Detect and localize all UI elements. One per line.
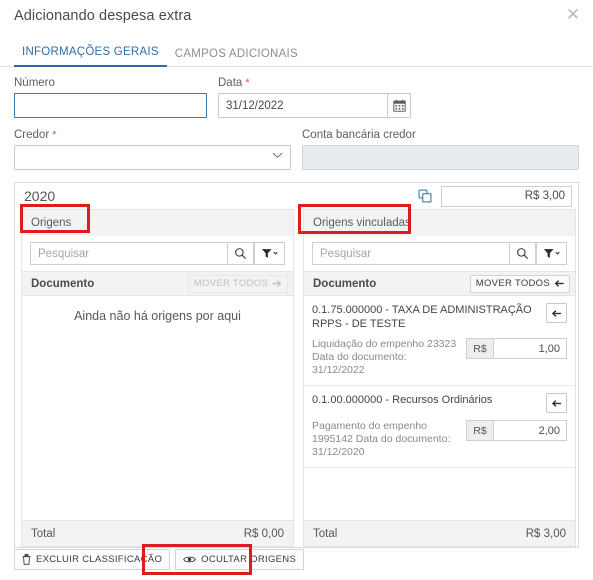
field-numero: Número bbox=[14, 77, 207, 118]
page-title: Adicionando despesa extra bbox=[14, 7, 192, 24]
hide-origins-button[interactable]: OCULTAR ORIGENS bbox=[175, 549, 305, 570]
list-item-amount-input[interactable] bbox=[493, 420, 567, 441]
total-label: Total bbox=[31, 527, 56, 540]
required-marker: * bbox=[242, 77, 250, 89]
panel-title-label: Origens bbox=[31, 217, 72, 229]
tab-campos-adicionais[interactable]: CAMPOS ADICIONAIS bbox=[167, 48, 306, 67]
linked-origins-list-body[interactable]: 0.1.75.000000 - TAXA DE ADMINISTRAÇÃO RP… bbox=[303, 296, 576, 521]
list-item-amount: R$ bbox=[466, 420, 567, 441]
label-data: Data * bbox=[218, 77, 411, 89]
field-data: Data * bbox=[218, 77, 411, 118]
origins-search-bar bbox=[21, 236, 294, 271]
label-conta-bancaria: Conta bancária credor bbox=[302, 129, 579, 141]
list-item[interactable]: 0.1.00.000000 - Recursos Ordinários Paga… bbox=[304, 386, 575, 468]
label-credor: Credor * bbox=[14, 129, 291, 141]
classification-year: 2020 bbox=[24, 188, 56, 204]
arrow-right-icon bbox=[272, 279, 282, 288]
move-all-label: MOVER TODOS bbox=[193, 278, 268, 289]
tab-label: INFORMAÇÕES GERAIS bbox=[22, 46, 159, 58]
list-item-title: 0.1.00.000000 - Recursos Ordinários bbox=[312, 394, 493, 406]
currency-prefix: R$ bbox=[466, 338, 493, 359]
label-text: Credor bbox=[14, 129, 50, 141]
origins-search-input[interactable] bbox=[30, 242, 227, 265]
total-value: R$ 0,00 bbox=[243, 527, 284, 540]
move-all-right-button: MOVER TODOS bbox=[187, 274, 288, 293]
label-text: Conta bancária credor bbox=[302, 129, 416, 141]
panel-title-label: Origens vinculadas bbox=[313, 217, 411, 229]
list-item-amount-input[interactable] bbox=[493, 338, 567, 359]
close-icon[interactable]: ✕ bbox=[564, 6, 582, 24]
list-item-head: 0.1.00.000000 - Recursos Ordinários bbox=[312, 393, 567, 413]
conta-bancaria-input bbox=[302, 145, 579, 170]
credor-select-wrap bbox=[14, 145, 291, 170]
filter-icon[interactable] bbox=[254, 242, 285, 265]
delete-classification-button[interactable]: EXCLUIR CLASSIFICAÇÃO bbox=[14, 549, 171, 570]
linked-origins-total-row: Total R$ 3,00 bbox=[303, 521, 576, 547]
card-toolbar: EXCLUIR CLASSIFICAÇÃO OCULTAR ORIGENS bbox=[14, 549, 305, 570]
move-all-left-button[interactable]: MOVER TODOS bbox=[469, 274, 570, 293]
calendar-icon[interactable] bbox=[387, 93, 411, 118]
search-icon[interactable] bbox=[509, 242, 536, 265]
move-item-left-button[interactable] bbox=[546, 393, 567, 413]
origins-total-row: Total R$ 0,00 bbox=[21, 521, 294, 547]
search-icon[interactable] bbox=[227, 242, 254, 265]
arrow-left-icon bbox=[554, 279, 564, 288]
list-item-description: Pagamento do empenho 1995142 Data do doc… bbox=[312, 420, 451, 458]
list-item-foot: Pagamento do empenho 1995142 Data do doc… bbox=[312, 420, 567, 459]
list-item-amount: R$ bbox=[466, 338, 567, 359]
linked-origins-search-input[interactable] bbox=[312, 242, 509, 265]
field-credor: Credor * bbox=[14, 129, 291, 170]
linked-origins-list-header: Documento MOVER TODOS bbox=[303, 271, 576, 296]
currency-prefix: R$ bbox=[466, 420, 493, 441]
tab-informacoes-gerais[interactable]: INFORMAÇÕES GERAIS bbox=[14, 46, 167, 67]
classification-header: 2020 bbox=[15, 183, 578, 209]
list-item-foot: Liquidação do empenho 23323 Data do docu… bbox=[312, 338, 567, 377]
move-item-left-button[interactable] bbox=[546, 303, 567, 323]
copy-icon[interactable] bbox=[416, 187, 434, 205]
credor-select[interactable] bbox=[14, 145, 291, 170]
origins-panel: Origens Documento bbox=[21, 209, 294, 547]
list-item-title: 0.1.75.000000 - TAXA DE ADMINISTRAÇÃO RP… bbox=[312, 304, 532, 330]
data-input-group bbox=[218, 93, 411, 118]
list-item-head: 0.1.75.000000 - TAXA DE ADMINISTRAÇÃO RP… bbox=[312, 303, 567, 331]
total-label: Total bbox=[313, 527, 338, 540]
tab-label: CAMPOS ADICIONAIS bbox=[174, 48, 298, 60]
field-conta-bancaria: Conta bancária credor bbox=[302, 129, 579, 170]
list-item[interactable]: 0.1.75.000000 - TAXA DE ADMINISTRAÇÃO RP… bbox=[304, 296, 575, 386]
tab-bar: INFORMAÇÕES GERAIS CAMPOS ADICIONAIS bbox=[0, 37, 593, 67]
delete-classification-label: EXCLUIR CLASSIFICAÇÃO bbox=[36, 554, 163, 565]
numero-input[interactable] bbox=[14, 93, 207, 118]
origins-list-header: Documento MOVER TODOS bbox=[21, 271, 294, 296]
classification-card: 2020 Origens bbox=[14, 182, 579, 548]
total-value: R$ 3,00 bbox=[525, 527, 566, 540]
data-input[interactable] bbox=[218, 93, 388, 118]
list-item-description: Liquidação do empenho 23323 Data do docu… bbox=[312, 338, 457, 376]
move-all-label: MOVER TODOS bbox=[475, 278, 550, 289]
form-area: Número Data * 31/12/2022 Credor * Conta … bbox=[0, 67, 593, 170]
classification-amount-input[interactable] bbox=[441, 185, 572, 207]
linked-origins-search-bar bbox=[303, 236, 576, 271]
linked-origins-panel: Origens vinculadas Do bbox=[303, 209, 576, 547]
form-row-1: Número Data * bbox=[14, 77, 579, 118]
column-header-documento: Documento bbox=[313, 277, 377, 290]
filter-icon[interactable] bbox=[536, 242, 567, 265]
origins-list-body[interactable]: Ainda não há origens por aqui bbox=[21, 296, 294, 521]
eye-icon bbox=[183, 555, 197, 564]
column-header-documento: Documento bbox=[31, 277, 95, 290]
origins-panel-title: Origens bbox=[21, 209, 294, 236]
linked-origins-panel-title: Origens vinculadas bbox=[303, 209, 576, 236]
label-numero: Número bbox=[14, 77, 207, 89]
label-text: Número bbox=[14, 77, 55, 89]
form-row-2: Credor * Conta bancária credor bbox=[14, 129, 579, 170]
required-marker: * bbox=[49, 129, 57, 141]
label-text: Data bbox=[218, 77, 243, 89]
origins-panels: Origens Documento bbox=[15, 209, 578, 547]
hide-origins-label: OCULTAR ORIGENS bbox=[201, 554, 297, 565]
trash-icon bbox=[22, 554, 31, 565]
origins-empty-message: Ainda não há origens por aqui bbox=[74, 309, 241, 323]
dialog-header: Adicionando despesa extra ✕ bbox=[0, 0, 593, 31]
